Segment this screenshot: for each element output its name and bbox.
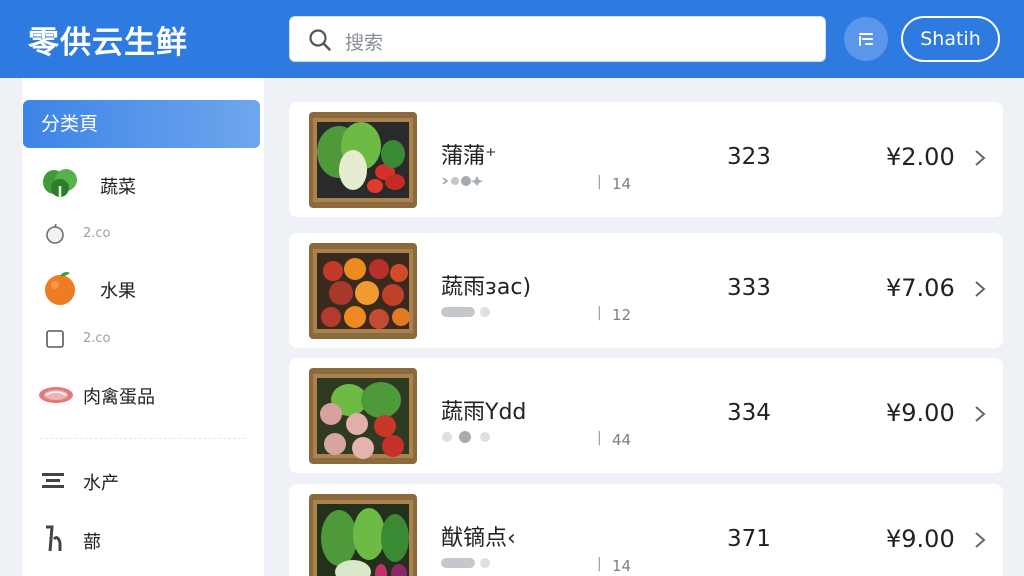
product-name: 蒲蒲⁺ xyxy=(441,144,497,169)
separator: | xyxy=(597,430,602,446)
product-image[interactable] xyxy=(309,494,417,576)
search-icon xyxy=(309,29,331,51)
meat-icon xyxy=(39,387,73,403)
product-sales: 371 xyxy=(727,526,771,552)
product-card[interactable]: 猷镝点‹ | 14 371 ¥9.00 xyxy=(289,484,1003,576)
chevron-right-icon[interactable] xyxy=(973,404,987,424)
sidebar-sub-item[interactable]: 2.co xyxy=(22,219,262,249)
sidebar-item-seafood[interactable]: 水产 xyxy=(22,460,262,500)
product-card[interactable]: 蔬雨Ydd | 44 334 ¥9.00 xyxy=(289,358,1003,473)
rating-icons xyxy=(442,431,490,443)
category-tab-active[interactable]: 分类頁 xyxy=(23,100,260,148)
product-name: 蔬雨ᴈac) xyxy=(441,275,532,300)
product-price: ¥9.00 xyxy=(886,525,955,553)
plant-icon xyxy=(46,525,62,552)
product-sales: 333 xyxy=(727,275,771,301)
orange-fruit-icon xyxy=(45,272,75,305)
separator: | xyxy=(597,305,602,321)
product-image[interactable] xyxy=(309,243,417,339)
sidebar-item-other[interactable]: 蔀 xyxy=(22,519,262,559)
category-sidebar: 分类頁 蔬菜 2.co 水果 2.co 肉禽蛋品 水产 蔀 xyxy=(22,78,264,576)
rating-icons xyxy=(441,558,490,568)
sidebar-item-label: 蔀 xyxy=(83,532,101,553)
filter-icon xyxy=(859,33,873,46)
product-price: ¥7.06 xyxy=(886,274,955,302)
rating-icons xyxy=(442,176,483,186)
square-outline-icon xyxy=(46,330,64,348)
product-image[interactable] xyxy=(309,368,417,464)
product-name: 蔬雨Ydd xyxy=(441,400,527,425)
app-logo[interactable]: 零供云生鲜 xyxy=(28,17,188,62)
leafy-vegetable-icon xyxy=(43,169,77,200)
top-bar: 零供云生鲜 搜索 Shatih xyxy=(0,0,1024,78)
chevron-right-icon[interactable] xyxy=(973,279,987,299)
product-stock: 44 xyxy=(612,431,632,449)
rating-icons xyxy=(441,307,490,317)
filter-button[interactable] xyxy=(844,17,888,61)
user-button[interactable]: Shatih xyxy=(901,16,1000,62)
product-sales: 323 xyxy=(727,144,771,170)
product-card[interactable]: 蔬雨ᴈac) | 12 333 ¥7.06 xyxy=(289,233,1003,348)
sidebar-item-fruit[interactable]: 水果 xyxy=(22,268,262,308)
sidebar-sub-label: 2.co xyxy=(83,331,111,346)
sidebar-item-label: 水果 xyxy=(100,281,136,302)
product-sales: 334 xyxy=(727,400,771,426)
product-stock: 14 xyxy=(612,175,632,193)
sidebar-divider xyxy=(40,438,246,439)
search-placeholder[interactable]: 搜索 xyxy=(345,28,383,55)
sidebar-sub-label: 2.co xyxy=(83,226,111,241)
separator: | xyxy=(597,556,602,572)
sidebar-item-meat[interactable]: 肉禽蛋品 xyxy=(22,374,262,414)
sidebar-sub-item[interactable]: 2.co xyxy=(22,324,262,354)
sidebar-item-label: 蔬菜 xyxy=(100,177,136,198)
sidebar-item-label: 水产 xyxy=(83,473,119,494)
search-box[interactable]: 搜索 xyxy=(289,16,826,62)
separator: | xyxy=(597,174,602,190)
product-name: 猷镝点‹ xyxy=(441,526,516,551)
apple-outline-icon xyxy=(46,223,64,244)
product-stock: 14 xyxy=(612,557,632,575)
fish-icon xyxy=(42,473,64,488)
sidebar-item-vegetables[interactable]: 蔬菜 xyxy=(22,164,262,204)
product-price: ¥9.00 xyxy=(886,399,955,427)
chevron-right-icon[interactable] xyxy=(973,148,987,168)
chevron-right-icon[interactable] xyxy=(973,530,987,550)
sidebar-item-label: 肉禽蛋品 xyxy=(83,387,155,408)
product-card[interactable]: 蒲蒲⁺ | 14 323 ¥2.00 xyxy=(289,102,1003,217)
product-stock: 12 xyxy=(612,306,632,324)
product-image[interactable] xyxy=(309,112,417,208)
product-price: ¥2.00 xyxy=(886,143,955,171)
